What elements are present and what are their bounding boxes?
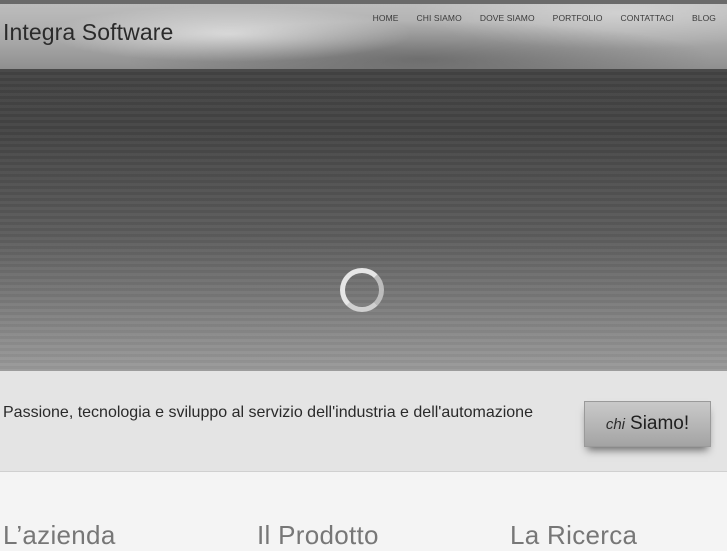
nav-contattaci[interactable]: CONTATTACI: [612, 13, 683, 23]
feature-azienda-heading[interactable]: L’azienda: [3, 520, 116, 551]
nav-chi-siamo[interactable]: CHI SIAMO: [408, 13, 471, 23]
loading-spinner-icon: [340, 268, 384, 312]
chi-siamo-button[interactable]: chi Siamo!: [584, 401, 711, 447]
feature-prodotto-heading[interactable]: Il Prodotto: [257, 520, 379, 551]
tagline-text: Passione, tecnologia e sviluppo al servi…: [3, 404, 533, 421]
cta-label-light: chi: [605, 415, 626, 433]
site-header: Integra Software HOME CHI SIAMO DOVE SIA…: [0, 0, 727, 69]
nav-dove-siamo[interactable]: DOVE SIAMO: [471, 13, 544, 23]
tagline-band: Passione, tecnologia e sviluppo al servi…: [0, 371, 727, 472]
nav-blog[interactable]: BLOG: [683, 13, 716, 23]
nav-portfolio[interactable]: PORTFOLIO: [544, 13, 612, 23]
cta-label-bold: Siamo!: [630, 413, 690, 434]
nav-home[interactable]: HOME: [364, 13, 408, 23]
hero-slider: [0, 69, 727, 371]
feature-ricerca-heading[interactable]: La Ricerca: [510, 520, 637, 551]
main-nav: HOME CHI SIAMO DOVE SIAMO PORTFOLIO CONT…: [364, 13, 716, 23]
site-logo[interactable]: Integra Software: [3, 19, 173, 46]
features-section: L’azienda Il Prodotto La Ricerca: [0, 472, 727, 550]
